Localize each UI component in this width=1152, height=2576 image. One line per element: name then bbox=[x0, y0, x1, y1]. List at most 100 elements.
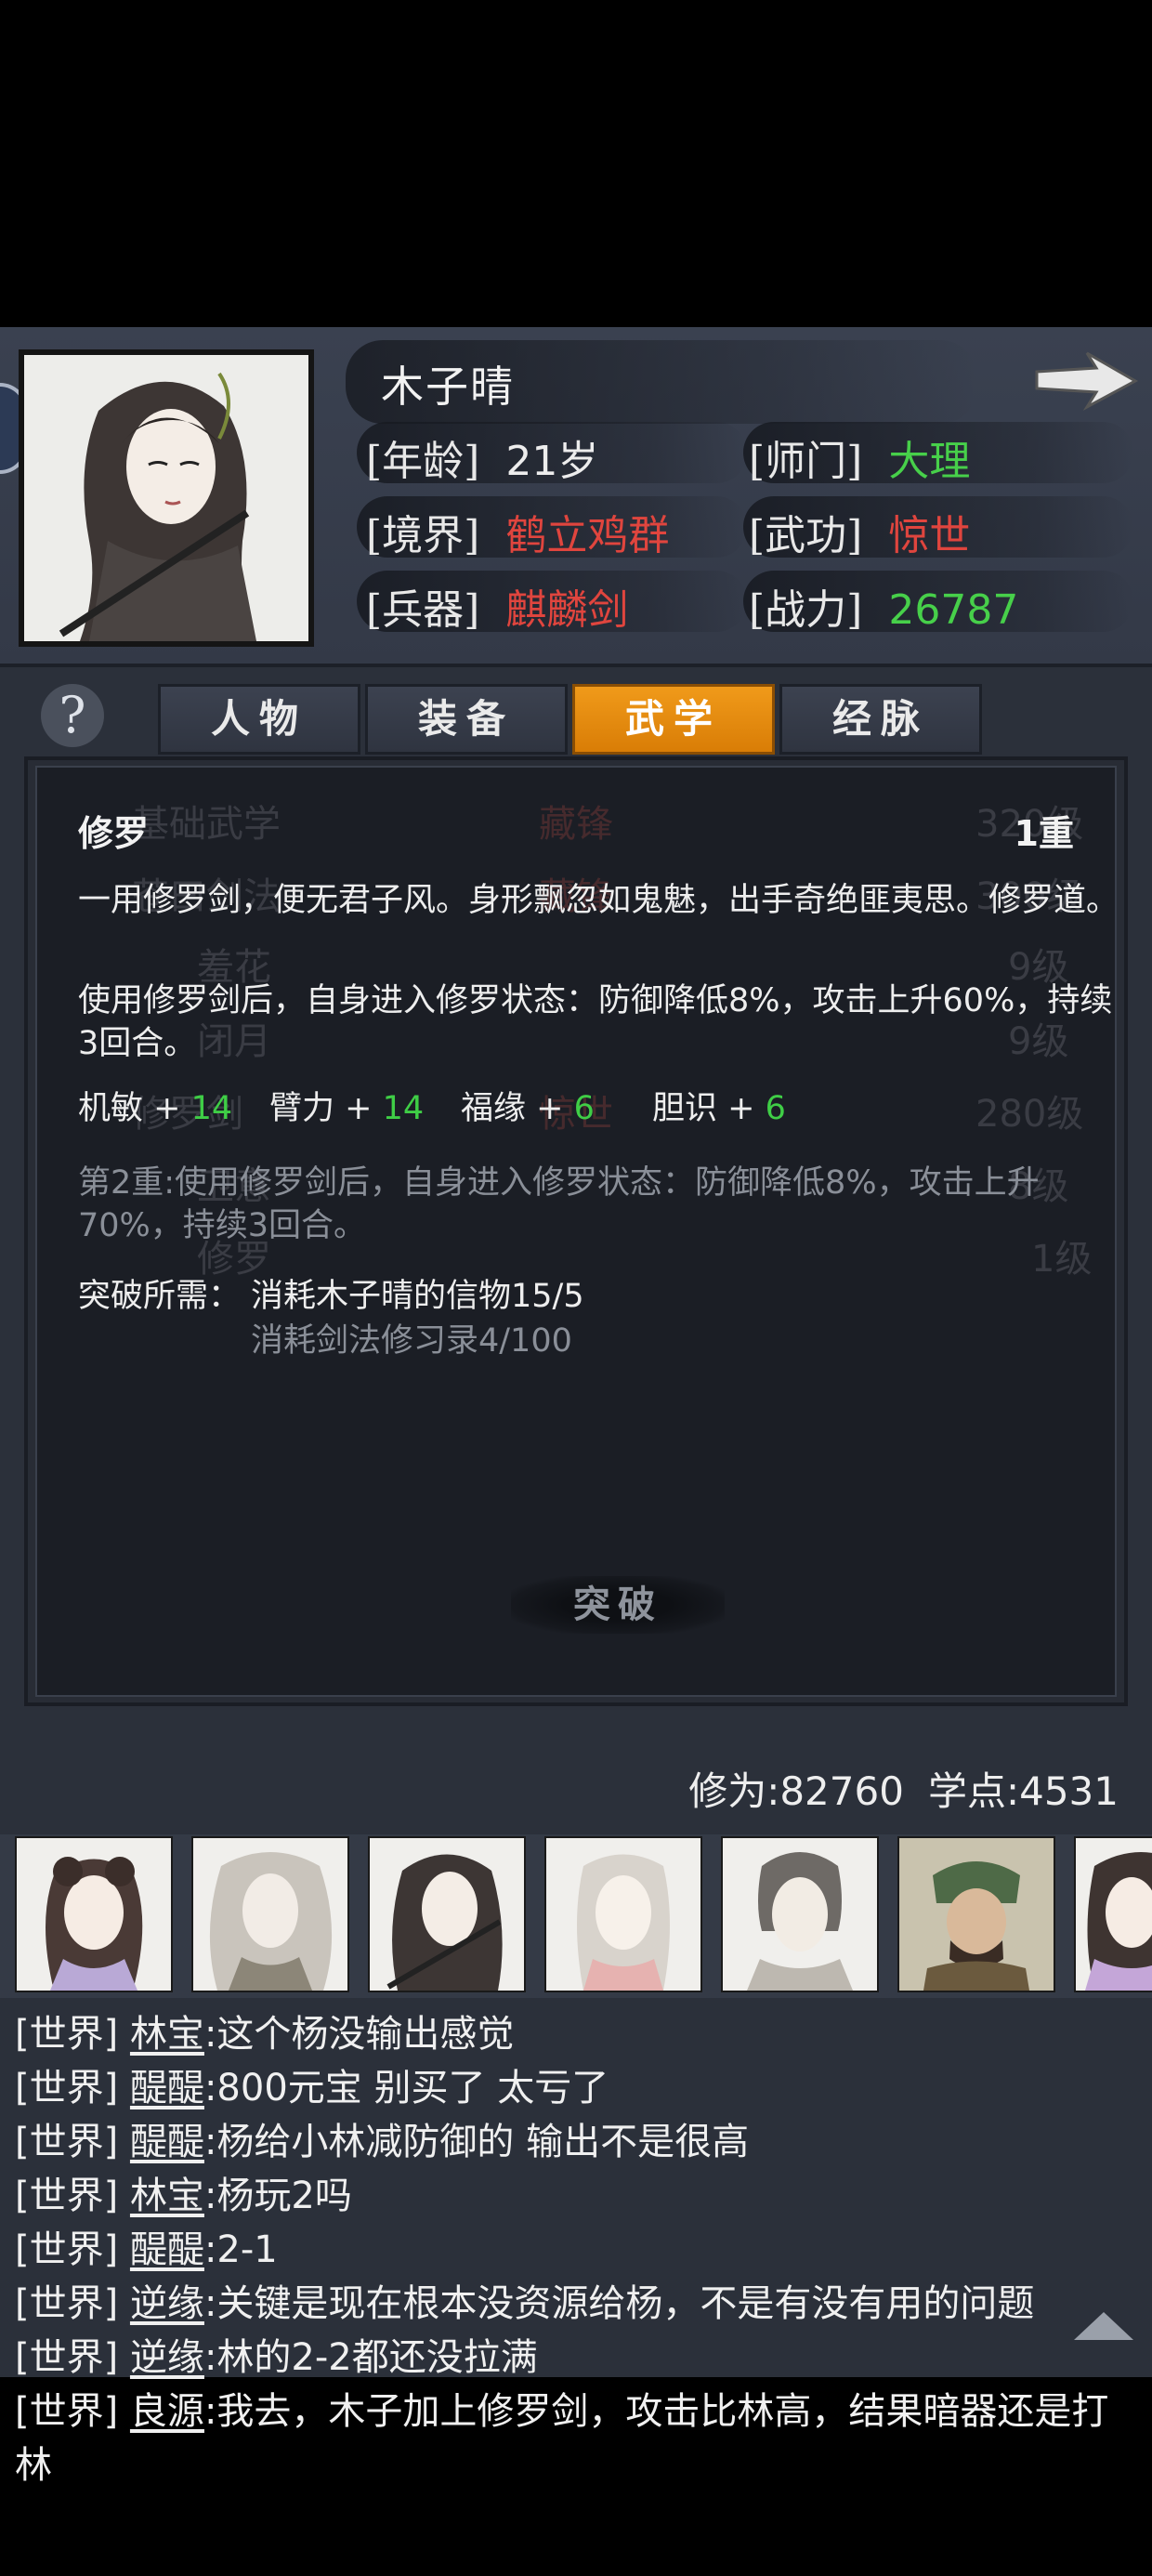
chat-user-link[interactable]: 逆缘 bbox=[130, 2336, 204, 2379]
attr-strength: 臂力 + 14 bbox=[269, 1082, 424, 1129]
avatar-illustration bbox=[209, 1852, 333, 1991]
chat-text: :杨玩2吗 bbox=[203, 2175, 352, 2217]
chat-message: [世界] 林宝:杨玩2吗 bbox=[15, 2169, 1139, 2223]
attr-value: 6 bbox=[573, 1090, 595, 1127]
world-chat: [世界] 林宝:这个杨没输出感觉 [世界] 醍醍:800元宝 别买了 太亏了 [… bbox=[15, 2007, 1139, 2492]
breakthrough-button[interactable]: 突破 bbox=[511, 1576, 725, 1634]
chat-message: [世界] 良源:我去，木子加上修罗剑，攻击比林高，结果暗器还是打林 bbox=[15, 2385, 1139, 2492]
skill-effect: 使用修罗剑后，自身进入修罗状态：防御降低8%，攻击上升60%，持续3回合。 bbox=[78, 982, 1113, 1062]
stat-age: [年龄] 21岁 bbox=[366, 427, 598, 487]
chat-user-link[interactable]: 醍醍 bbox=[130, 2121, 204, 2163]
character-name: 木子晴 bbox=[381, 361, 515, 412]
requirement-item: 消耗剑法修习录4/100 bbox=[251, 1322, 572, 1360]
cultivation-points: 修为:82760 bbox=[688, 1768, 904, 1814]
character-portrait bbox=[19, 349, 314, 647]
skill-level: 1重 bbox=[1014, 813, 1074, 854]
chat-message: [世界] 醍醍:800元宝 别买了 太亏了 bbox=[15, 2061, 1139, 2115]
chat-channel: [世界] bbox=[15, 2282, 119, 2325]
avatar[interactable] bbox=[191, 1836, 349, 1992]
stat-label: [兵器] bbox=[366, 586, 480, 634]
chat-text: :2-1 bbox=[203, 2228, 278, 2271]
requirement-label: 突破所需： bbox=[78, 1278, 242, 1315]
avatar-illustration bbox=[386, 1854, 503, 1991]
points-bar: 修为:82760 学点:4531 bbox=[688, 1760, 1119, 1817]
tab-bar: 人物 装备 武学 经脉 bbox=[158, 684, 987, 755]
character-header: 木子晴 [年龄] 21岁 [师门] 大理 [境界] 鹤立鸡群 [武功] 惊世 [兵器] 麒… bbox=[0, 327, 1152, 667]
chat-user-link[interactable]: 林宝 bbox=[130, 2175, 204, 2217]
avatar[interactable] bbox=[897, 1836, 1055, 1992]
character-avatar-strip[interactable] bbox=[0, 1834, 1152, 1998]
chat-user-link[interactable]: 逆缘 bbox=[130, 2282, 204, 2325]
tab-martial-arts[interactable]: 武学 bbox=[572, 684, 775, 755]
skill-detail-panel: 基础武学 藏锋 320级 苍曰剑法 藏锋 300级 羞花 9级 闭月 9级 修罗… bbox=[24, 756, 1128, 1706]
avatar[interactable] bbox=[544, 1836, 702, 1992]
stat-value: 麒麟剑 bbox=[505, 586, 629, 634]
avatar-illustration bbox=[1085, 1852, 1152, 1991]
tab-equipment[interactable]: 装备 bbox=[365, 684, 568, 755]
chat-channel: [世界] bbox=[15, 2390, 119, 2433]
attr-value: 14 bbox=[190, 1090, 233, 1127]
study-points: 学点:4531 bbox=[927, 1768, 1119, 1814]
tab-meridians[interactable]: 经脉 bbox=[779, 684, 982, 755]
help-button[interactable]: ? bbox=[41, 684, 104, 747]
arrow-right-icon[interactable] bbox=[1031, 348, 1141, 413]
attr-value: 14 bbox=[382, 1090, 425, 1127]
chat-channel: [世界] bbox=[15, 2013, 119, 2056]
attr-fortune: 福缘 + 6 bbox=[461, 1082, 595, 1129]
skill-description: 一用修罗剑，便无君子风。身形飘忽如鬼魅，出手奇绝匪夷思。修罗道。 bbox=[78, 882, 1119, 919]
avatar-illustration bbox=[46, 1857, 143, 1991]
chat-channel: [世界] bbox=[15, 2228, 119, 2271]
stat-label: [武功] bbox=[749, 512, 863, 559]
chat-message: [世界] 醍醍:2-1 bbox=[15, 2223, 1139, 2277]
stat-value: 26787 bbox=[888, 586, 1019, 634]
stat-realm: [境界] 鹤立鸡群 bbox=[366, 502, 669, 561]
chat-text: :800元宝 别买了 太亏了 bbox=[203, 2067, 609, 2109]
avatar[interactable] bbox=[721, 1836, 879, 1992]
stat-martial: [武功] 惊世 bbox=[749, 502, 970, 561]
attr-value: 6 bbox=[765, 1090, 786, 1127]
attr-name: 臂力 + bbox=[269, 1090, 373, 1127]
chat-text: :林的2-2都还没拉满 bbox=[203, 2336, 538, 2379]
avatar-illustration bbox=[899, 1838, 1054, 1991]
game-screen: 木子晴 [年龄] 21岁 [师门] 大理 [境界] 鹤立鸡群 [武功] 惊世 [兵器] 麒… bbox=[0, 327, 1152, 2487]
skill-detail-inner: 基础武学 藏锋 320级 苍曰剑法 藏锋 300级 羞花 9级 闭月 9级 修罗… bbox=[35, 766, 1119, 1697]
chat-channel: [世界] bbox=[15, 2336, 119, 2379]
avatar[interactable] bbox=[15, 1836, 173, 1992]
chat-user-link[interactable]: 良源 bbox=[130, 2390, 204, 2433]
portrait-illustration bbox=[24, 355, 308, 641]
chat-message: [世界] 林宝:这个杨没输出感觉 bbox=[15, 2007, 1139, 2061]
stat-weapon: [兵器] 麒麟剑 bbox=[366, 576, 628, 636]
bg-skill-rank: 藏锋 bbox=[539, 803, 613, 846]
tab-character[interactable]: 人物 bbox=[158, 684, 360, 755]
chat-text: :这个杨没输出感觉 bbox=[203, 2013, 515, 2056]
skill-name: 修罗 bbox=[78, 813, 150, 854]
stat-power: [战力] 26787 bbox=[749, 576, 1018, 636]
attr-name: 福缘 + bbox=[461, 1090, 564, 1127]
chat-user-link[interactable]: 醍醍 bbox=[130, 2228, 204, 2271]
avatar[interactable] bbox=[1074, 1836, 1152, 1992]
chat-message: [世界] 逆缘:关键是现在根本没资源给杨，不是有没有用的问题 bbox=[15, 2277, 1139, 2331]
stat-value: 21岁 bbox=[505, 438, 599, 485]
chat-channel: [世界] bbox=[15, 2067, 119, 2109]
bg-skill-name: 基础武学 bbox=[132, 803, 281, 846]
stat-value: 惊世 bbox=[888, 512, 971, 559]
chat-channel: [世界] bbox=[15, 2175, 119, 2217]
stat-value: 大理 bbox=[888, 438, 971, 485]
next-level-description: 第2重:使用修罗剑后，自身进入修罗状态：防御降低8%，攻击上升70%，持续3回合… bbox=[78, 1164, 1040, 1244]
chat-user-link[interactable]: 林宝 bbox=[130, 2013, 204, 2056]
avatar-illustration bbox=[747, 1852, 853, 1991]
chat-message: [世界] 逆缘:林的2-2都还没拉满 bbox=[15, 2331, 1139, 2385]
chat-message: [世界] 醍醍:杨给小林减防御的 输出不是很高 bbox=[15, 2115, 1139, 2169]
bg-skill-level: 280级 bbox=[975, 1093, 1084, 1136]
requirement-item: 消耗木子晴的信物15/5 bbox=[251, 1278, 584, 1315]
avatar[interactable] bbox=[368, 1836, 526, 1992]
chat-user-link[interactable]: 醍醍 bbox=[130, 2067, 204, 2109]
stat-label: [师门] bbox=[749, 438, 863, 485]
triangle-up-icon[interactable] bbox=[1070, 2307, 1137, 2344]
stat-label: [年龄] bbox=[366, 438, 480, 485]
stat-school: [师门] 大理 bbox=[749, 427, 970, 487]
attr-agility: 机敏 + 14 bbox=[78, 1082, 232, 1129]
chat-text: :杨给小林减防御的 输出不是很高 bbox=[203, 2121, 750, 2163]
attr-courage: 胆识 + 6 bbox=[652, 1082, 786, 1129]
attr-name: 机敏 + bbox=[78, 1090, 181, 1127]
